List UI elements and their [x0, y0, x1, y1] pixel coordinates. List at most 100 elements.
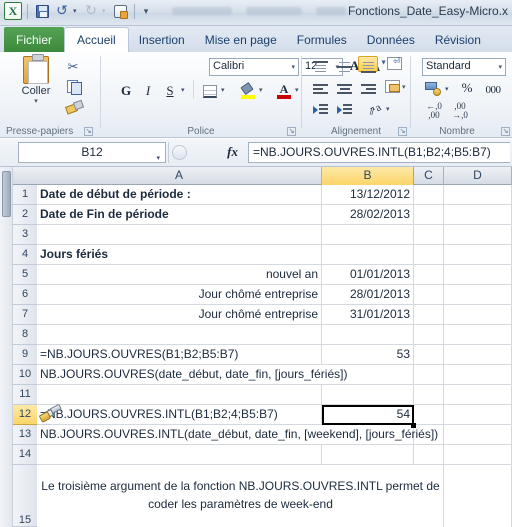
scrollbar-thumb[interactable] — [2, 171, 11, 217]
excel-logo-icon[interactable]: X — [4, 2, 22, 20]
clipboard-dialog-launcher[interactable]: ↘ — [84, 127, 93, 136]
format-painter-button[interactable] — [62, 98, 84, 116]
row-header-3[interactable]: 3 — [13, 225, 37, 245]
cell-d6[interactable] — [444, 285, 512, 305]
number-format-select[interactable]: Standard ▾ — [422, 58, 506, 76]
increase-decimal-button[interactable]: ←,0,00 — [423, 102, 445, 123]
insert-function-icon[interactable]: fx — [227, 144, 238, 160]
fill-color-button[interactable] — [239, 81, 257, 100]
cell-a2[interactable]: Date de Fin de période — [37, 205, 322, 225]
cell-d12[interactable] — [444, 405, 512, 425]
row-header-7[interactable]: 7 — [13, 305, 37, 325]
fill-handle[interactable] — [411, 423, 416, 428]
column-header-d[interactable]: D — [444, 167, 512, 185]
row-header-9[interactable]: 9 — [13, 345, 37, 365]
vertical-scrollbar[interactable] — [0, 167, 13, 527]
column-header-b[interactable]: B — [322, 167, 414, 185]
row-header-8[interactable]: 8 — [13, 325, 37, 345]
cell-b1[interactable]: 13/12/2012 — [322, 185, 414, 205]
decrease-indent-button[interactable] — [310, 100, 330, 116]
row-header-4[interactable]: 4 — [13, 245, 37, 265]
formula-bar-expand-icon[interactable] — [172, 145, 187, 160]
orientation-dropdown-icon[interactable]: ▾ — [386, 102, 393, 116]
cell-c10[interactable] — [414, 365, 444, 385]
cell-d1[interactable] — [444, 185, 512, 205]
cell-a10[interactable]: NB.JOURS.OUVRES(date_début, date_fin, [j… — [37, 365, 414, 385]
fill-color-dropdown-icon[interactable]: ▾ — [259, 82, 266, 98]
merge-dropdown-icon[interactable]: ▾ — [402, 80, 409, 94]
formula-input[interactable]: =NB.JOURS.OUVRES.INTL(B1;B2;4;B5:B7) — [248, 142, 510, 163]
italic-button[interactable]: I — [139, 82, 157, 100]
align-left-button[interactable] — [310, 78, 330, 97]
underline-button[interactable]: S — [161, 82, 179, 100]
cell-a7[interactable]: Jour chômé entreprise — [37, 305, 322, 325]
cell-d15[interactable] — [444, 465, 512, 527]
column-header-a[interactable]: A — [37, 167, 322, 185]
cell-c6[interactable] — [414, 285, 444, 305]
cell-d2[interactable] — [444, 205, 512, 225]
bold-button[interactable]: G — [117, 82, 135, 100]
row-header-6[interactable]: 6 — [13, 285, 37, 305]
row-header-15[interactable]: 15 — [13, 465, 37, 527]
cell-b3[interactable] — [322, 225, 414, 245]
cell-a5[interactable]: nouvel an — [37, 265, 322, 285]
accounting-format-button[interactable] — [423, 80, 443, 98]
font-dialog-launcher[interactable]: ↘ — [287, 127, 296, 136]
name-box-dropdown-icon[interactable]: ▾ — [156, 149, 160, 168]
cell-d5[interactable] — [444, 265, 512, 285]
cell-a15[interactable]: Le troisième argument de la fonction NB.… — [37, 465, 444, 527]
cell-c7[interactable] — [414, 305, 444, 325]
cell-b5[interactable]: 01/01/2013 — [322, 265, 414, 285]
cell-a12[interactable]: =NB.JOURS.OUVRES.INTL(B1;B2;4;B5:B7) — [37, 405, 322, 425]
number-dialog-launcher[interactable]: ↘ — [501, 127, 510, 136]
cell-a4[interactable]: Jours fériés — [37, 245, 322, 265]
tab-accueil[interactable]: Accueil — [64, 27, 129, 52]
row-header-12[interactable]: 12 — [13, 405, 37, 425]
tab-formules[interactable]: Formules — [287, 28, 357, 52]
cell-a9[interactable]: =NB.JOURS.OUVRES(B1;B2;B5:B7) — [37, 345, 322, 365]
cell-a6[interactable]: Jour chômé entreprise — [37, 285, 322, 305]
tab-revision[interactable]: Révision — [425, 28, 491, 52]
undo-dropdown-icon[interactable]: ▾ — [73, 2, 80, 20]
cell-c11[interactable] — [414, 385, 444, 405]
merge-center-button[interactable] — [382, 78, 402, 94]
cut-button[interactable]: ✂ — [62, 58, 84, 76]
wrap-text-button[interactable] — [384, 56, 404, 72]
cell-b8[interactable] — [322, 325, 414, 345]
cell-a13[interactable]: NB.JOURS.OUVRES.INTL(date_début, date_fi… — [37, 425, 512, 445]
cell-b11[interactable] — [322, 385, 414, 405]
tab-mise-en-page[interactable]: Mise en page — [195, 28, 287, 52]
cell-d14[interactable] — [444, 445, 512, 465]
align-middle-button[interactable] — [334, 56, 354, 74]
cell-d7[interactable] — [444, 305, 512, 325]
cell-b14[interactable] — [322, 445, 414, 465]
align-top-button[interactable] — [310, 56, 330, 74]
cell-a3[interactable] — [37, 225, 322, 245]
underline-dropdown-icon[interactable]: ▾ — [181, 82, 188, 98]
cell-a8[interactable] — [37, 325, 322, 345]
customize-qat-icon[interactable]: ▾ — [140, 2, 152, 20]
cell-b2[interactable]: 28/02/2013 — [322, 205, 414, 225]
cell-c3[interactable] — [414, 225, 444, 245]
font-name-dropdown-icon[interactable]: ▾ — [291, 63, 295, 71]
row-header-2[interactable]: 2 — [13, 205, 37, 225]
tab-insertion[interactable]: Insertion — [129, 28, 195, 52]
thousands-format-button[interactable]: 000 — [479, 80, 507, 98]
decrease-decimal-button[interactable]: ,00 →,0 — [449, 102, 471, 123]
paste-button[interactable]: Coller ▾ — [14, 54, 58, 105]
align-bottom-button[interactable] — [358, 56, 378, 74]
cell-d8[interactable] — [444, 325, 512, 345]
cell-b4[interactable] — [322, 245, 414, 265]
cell-b12[interactable]: 54 — [322, 405, 414, 425]
cell-a14[interactable] — [37, 445, 322, 465]
cell-c1[interactable] — [414, 185, 444, 205]
cell-a1[interactable]: Date de début de période : — [37, 185, 322, 205]
increase-indent-button[interactable] — [334, 100, 354, 116]
cell-d11[interactable] — [444, 385, 512, 405]
row-header-13[interactable]: 13 — [13, 425, 37, 445]
number-format-dropdown-icon[interactable]: ▾ — [498, 63, 502, 71]
cell-b9[interactable]: 53 — [322, 345, 414, 365]
row-header-1[interactable]: 1 — [13, 185, 37, 205]
cell-c2[interactable] — [414, 205, 444, 225]
borders-dropdown-icon[interactable]: ▾ — [221, 82, 228, 98]
